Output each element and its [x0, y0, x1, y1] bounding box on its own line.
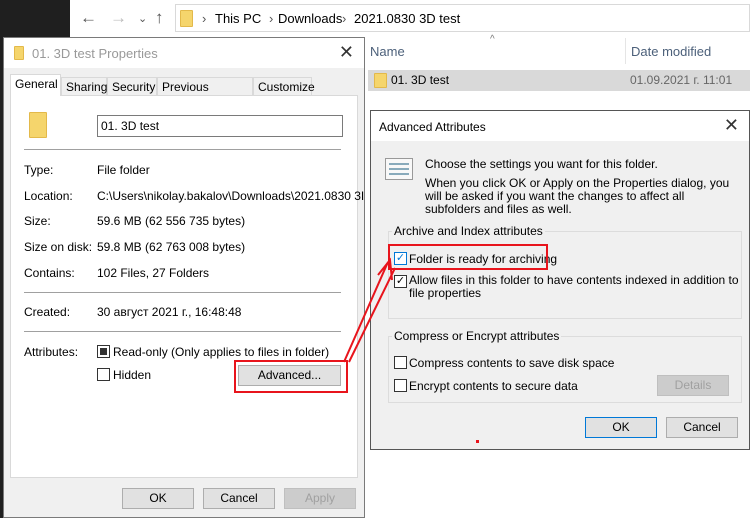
annotation-arrow — [343, 257, 479, 443]
tab-general[interactable]: General — [10, 74, 61, 96]
